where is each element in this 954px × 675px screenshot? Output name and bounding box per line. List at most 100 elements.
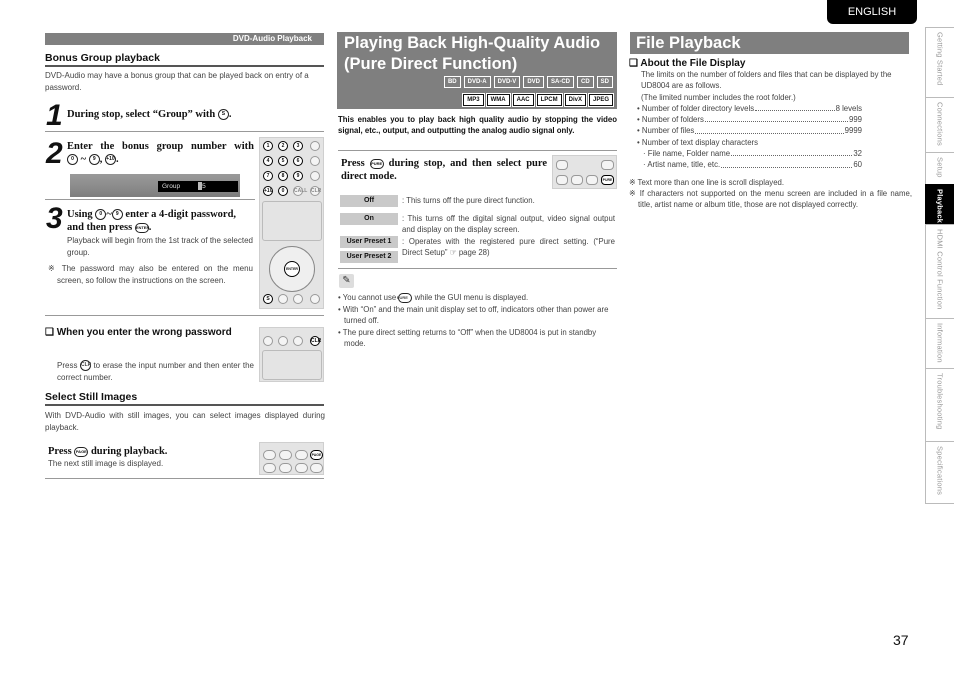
plus10-button-icon: +10 — [104, 154, 116, 166]
limit-label: · Artist name, title, etc. — [643, 160, 721, 170]
file-display-section: ❏ About the File Display The limits on t… — [629, 58, 912, 211]
side-tab-label: HDMI Control Function — [935, 229, 945, 310]
remote-key-0: 0 — [278, 186, 288, 196]
file-display-intro-2: (The limited number includes the root fo… — [641, 92, 796, 102]
note-item: • With “On” and the main unit display se… — [338, 304, 609, 326]
text-chars-label: • Number of text display characters — [637, 137, 759, 147]
step-1-instruction: During stop, select “Group” with — [67, 109, 216, 120]
pure-direct-step: Press PURE during stop, and then select … — [341, 157, 547, 183]
osd-screenshot: Group 5 — [70, 174, 240, 197]
side-tab-hdmi-control-function[interactable]: HDMI Control Function — [925, 224, 954, 319]
dot-leader — [695, 125, 844, 134]
still-images-step: Press PAGE during playback. — [48, 445, 167, 458]
media-badge: DVD-V — [493, 76, 521, 88]
file-note-1: ※ Text more than one line is scroll disp… — [629, 177, 785, 187]
remote-key-pause — [293, 294, 303, 304]
side-tab-getting-started[interactable]: Getting Started — [925, 27, 954, 98]
step-1-text: During stop, select “Group” with S. — [67, 108, 232, 121]
divider — [45, 199, 255, 200]
bonus-group-intro: DVD-Audio may have a bonus group that ca… — [45, 71, 309, 92]
osd-group-value: 5 — [202, 183, 206, 190]
still-step-post: during playback. — [90, 446, 168, 457]
wrong-password-text: Press CLR to erase the input number and … — [57, 360, 254, 383]
limit-label: • Number of folders — [637, 115, 704, 125]
pure-direct-button-icon: PURE — [397, 292, 413, 303]
divider — [45, 131, 324, 132]
step-3-mid: enter a 4-digit password, — [125, 209, 237, 220]
remote-key-7: 7 — [263, 171, 273, 181]
language-tab: ENGLISH — [827, 0, 917, 24]
side-tab-connections[interactable]: Connections — [925, 97, 954, 153]
side-tab-label: Information — [935, 323, 945, 363]
step-3-line2: and then press — [67, 222, 133, 233]
side-tab-label: Connections — [935, 102, 945, 146]
step-number: 3 — [46, 202, 63, 235]
side-tab-playback[interactable]: Playback — [925, 184, 954, 225]
mode-desc: : This turns off the pure direct functio… — [402, 196, 535, 205]
remote-key-call — [293, 336, 303, 346]
remote-key-pure: PURE — [601, 175, 614, 185]
pure-direct-button-icon: PURE — [369, 158, 384, 169]
limit-label: · File name, Folder name — [643, 149, 731, 159]
media-badge: DivX — [563, 93, 588, 107]
number-9-button-icon: 9 — [88, 154, 100, 166]
side-tab-troubleshooting[interactable]: Troubleshooting — [925, 368, 954, 442]
side-tab-index: Getting Started Connections Setup Playba… — [925, 27, 954, 504]
side-tab-information[interactable]: Information — [925, 318, 954, 369]
limit-value: 60 — [853, 160, 862, 170]
dot-leader — [755, 103, 835, 112]
divider — [45, 315, 324, 316]
pure-direct-title: Playing Back High-Quality Audio (Pure Dir… — [344, 33, 600, 75]
side-tab-label: Playback — [935, 189, 945, 224]
divider — [338, 268, 617, 269]
remote-key-2: 2 — [278, 141, 288, 151]
pencil-icon: ✎ — [339, 274, 354, 288]
media-badge: LPCM — [535, 93, 563, 107]
media-badge: WMA — [485, 93, 511, 107]
media-badge: DVD-A — [463, 76, 491, 88]
limit-value: 999 — [848, 115, 862, 125]
dot-leader — [731, 148, 853, 157]
still-images-heading: Select Still Images — [45, 391, 324, 406]
remote-key-clear: CLR — [310, 186, 322, 196]
file-playback-title: File Playback — [630, 32, 909, 54]
step-3-detail: Playback will begin from the 1st track o… — [67, 236, 253, 257]
still-images-detail: The next still image is displayed. — [48, 459, 164, 468]
step-3-pre: Using — [67, 209, 93, 220]
remote-key — [295, 450, 308, 460]
remote-volume-panel — [262, 350, 322, 380]
remote-pure-illustration: PURE — [552, 155, 617, 189]
file-note-2: ※ If characters not supported on the men… — [629, 188, 912, 210]
remote-clear-illustration: CLR — [259, 327, 324, 382]
punct: . — [228, 109, 232, 120]
limit-label: • Number of files — [637, 126, 695, 136]
media-badge: DVD — [523, 76, 544, 88]
note-item: • You cannot use PURE while the GUI menu… — [338, 292, 529, 303]
remote-key-4: 4 — [263, 156, 273, 166]
media-badge: JPEG — [587, 93, 615, 107]
remote-key — [310, 463, 323, 473]
limit-row: · File name, Folder name 32 — [637, 148, 862, 159]
side-tab-label: Getting Started — [935, 32, 945, 86]
limit-label: • Number of folder directory levels — [637, 103, 755, 113]
limit-value: 32 — [853, 149, 862, 159]
limit-value: 9999 — [844, 126, 862, 136]
media-badge: BD — [443, 76, 461, 88]
side-tab-specifications[interactable]: Specifications — [925, 441, 954, 504]
limit-value: 8 levels — [835, 103, 862, 113]
mode-label: On — [340, 213, 398, 225]
remote-key-9: 9 — [293, 171, 303, 181]
remote-control-illustration: 1 2 3 4 5 6 7 8 9 +10 0 CALL CLR ENTER S — [259, 137, 324, 309]
remote-key-blank — [310, 171, 320, 181]
mode-label: Off — [340, 195, 398, 207]
pure-direct-notes: • You cannot use PURE while the GUI menu… — [338, 292, 618, 350]
side-tab-label: Troubleshooting — [935, 373, 945, 430]
remote-key — [586, 175, 598, 185]
media-badge: MP3 — [462, 93, 485, 107]
limits-list: • Number of folder directory levels 8 lev… — [629, 103, 862, 171]
comma: , — [99, 154, 103, 165]
remote-key — [601, 160, 614, 170]
mode-row-off: Off : This turns off the pure direct fun… — [340, 195, 615, 207]
side-tab-setup[interactable]: Setup — [925, 152, 954, 185]
remote-key-stop — [278, 294, 288, 304]
